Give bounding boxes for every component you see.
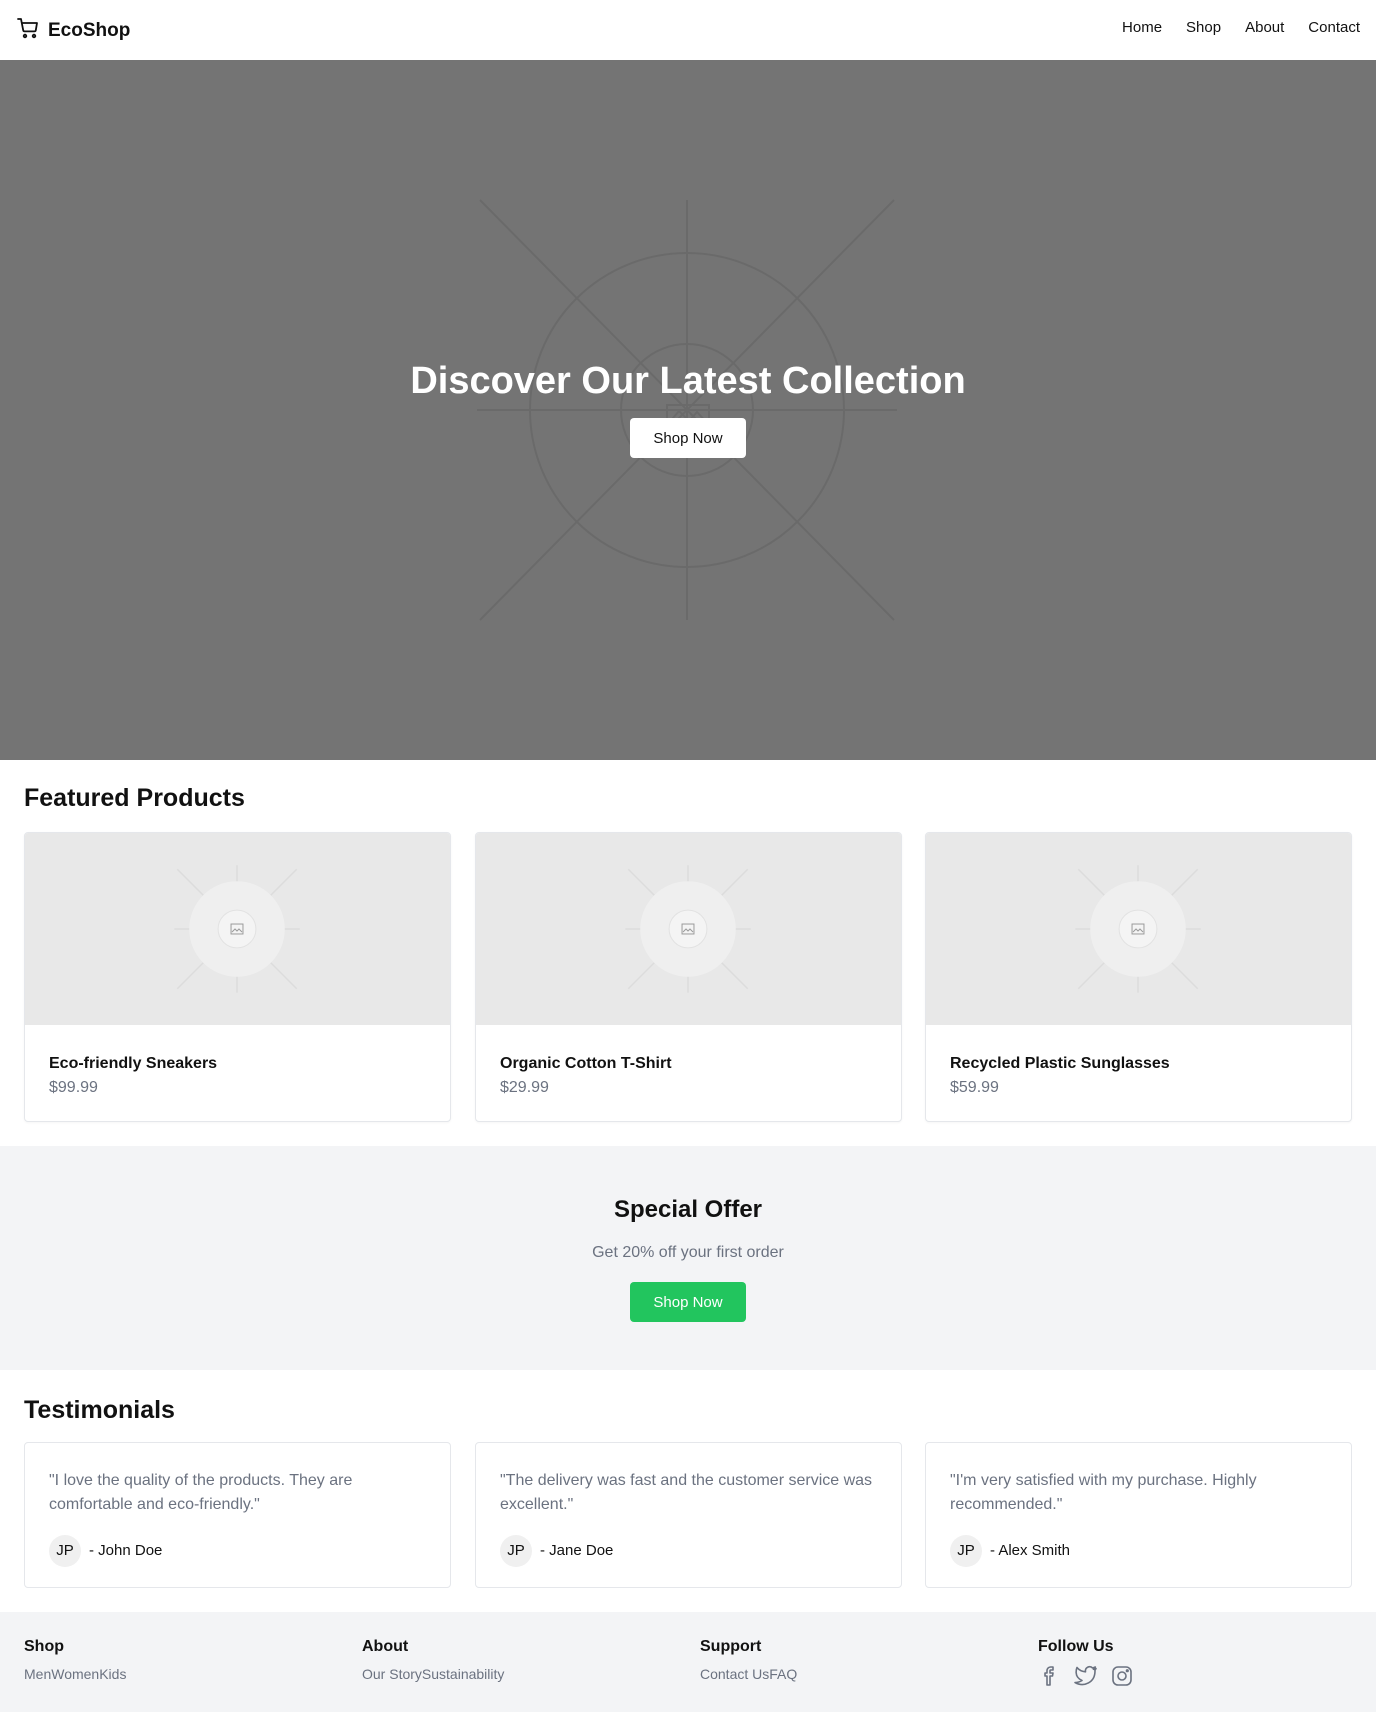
product-price: $29.99 (500, 1079, 549, 1096)
offer-subtitle: Get 20% off your first order (592, 1244, 784, 1261)
product-card[interactable]: Organic Cotton T-Shirt $29.99 (475, 832, 902, 1122)
footer-column-follow: Follow Us (1038, 1638, 1134, 1688)
special-offer-section: Special Offer Get 20% off your first ord… (0, 1146, 1376, 1370)
footer-links[interactable]: Our StorySustainability (362, 1666, 504, 1682)
product-price: $59.99 (950, 1079, 999, 1096)
footer-column-about: About Our StorySustainability (362, 1638, 504, 1682)
footer-column-support: Support Contact UsFAQ (700, 1638, 797, 1682)
testimonial-quote: "The delivery was fast and the customer … (500, 1472, 873, 1513)
product-image-placeholder-icon (476, 833, 901, 1025)
avatar: JP (49, 1535, 81, 1567)
testimonial-quote: "I love the quality of the products. The… (49, 1472, 353, 1513)
product-name: Recycled Plastic Sunglasses (950, 1055, 1170, 1072)
product-name: Eco-friendly Sneakers (49, 1055, 218, 1072)
testimonial-quote: "I'm very satisfied with my purchase. Hi… (950, 1472, 1257, 1513)
hero-banner: Discover Our Latest Collection Shop Now (0, 60, 1376, 760)
instagram-icon[interactable] (1110, 1664, 1134, 1688)
shopping-cart-icon (16, 16, 40, 45)
product-price: $99.99 (49, 1079, 98, 1096)
twitter-icon[interactable] (1074, 1664, 1098, 1688)
nav-contact[interactable]: Contact (1308, 19, 1360, 36)
product-card[interactable]: Recycled Plastic Sunglasses $59.99 (925, 832, 1352, 1122)
footer-heading: Support (700, 1638, 762, 1655)
offer-title: Special Offer (613, 1196, 763, 1223)
hero-image-placeholder-icon (477, 199, 897, 621)
offer-shop-now-button[interactable]: Shop Now (630, 1282, 746, 1322)
testimonial-card: "I love the quality of the products. The… (24, 1442, 451, 1588)
featured-products-title: Featured Products (24, 784, 245, 812)
hero-shop-now-button[interactable]: Shop Now (630, 418, 746, 458)
site-header: EcoShop Home Shop About Contact (0, 0, 1376, 60)
testimonial-card: "The delivery was fast and the customer … (475, 1442, 902, 1588)
nav-shop[interactable]: Shop (1186, 19, 1221, 36)
footer-heading: Follow Us (1038, 1638, 1114, 1655)
avatar: JP (950, 1535, 982, 1567)
testimonial-card: "I'm very satisfied with my purchase. Hi… (925, 1442, 1352, 1588)
testimonials-section: Testimonials "I love the quality of the … (0, 1370, 1376, 1612)
product-image-placeholder-icon (25, 833, 450, 1025)
product-card[interactable]: Eco-friendly Sneakers $99.99 (24, 832, 451, 1122)
footer-column-shop: Shop MenWomenKids (24, 1638, 126, 1682)
footer-heading: About (362, 1638, 409, 1655)
site-footer: Shop MenWomenKids About Our StorySustain… (0, 1612, 1376, 1712)
facebook-icon[interactable] (1038, 1664, 1062, 1688)
footer-heading: Shop (24, 1638, 64, 1655)
avatar: JP (500, 1535, 532, 1567)
footer-links[interactable]: Contact UsFAQ (700, 1666, 797, 1682)
product-image-placeholder-icon (926, 833, 1351, 1025)
nav-about[interactable]: About (1245, 19, 1284, 36)
testimonials-title: Testimonials (24, 1396, 175, 1424)
brand[interactable]: EcoShop (16, 16, 130, 45)
main-nav: Home Shop About Contact (1122, 19, 1360, 36)
featured-products-section: Featured Products Eco-friendly Sneakers … (0, 760, 1376, 1146)
hero-title: Discover Our Latest Collection (410, 360, 966, 402)
testimonial-author: - Alex Smith (990, 1542, 1071, 1559)
testimonial-author: - John Doe (89, 1542, 163, 1559)
product-name: Organic Cotton T-Shirt (500, 1055, 672, 1072)
brand-name: EcoShop (48, 19, 131, 41)
footer-links[interactable]: MenWomenKids (24, 1666, 126, 1682)
testimonial-author: - Jane Doe (540, 1542, 614, 1559)
nav-home[interactable]: Home (1122, 19, 1162, 36)
social-links (1038, 1664, 1134, 1688)
